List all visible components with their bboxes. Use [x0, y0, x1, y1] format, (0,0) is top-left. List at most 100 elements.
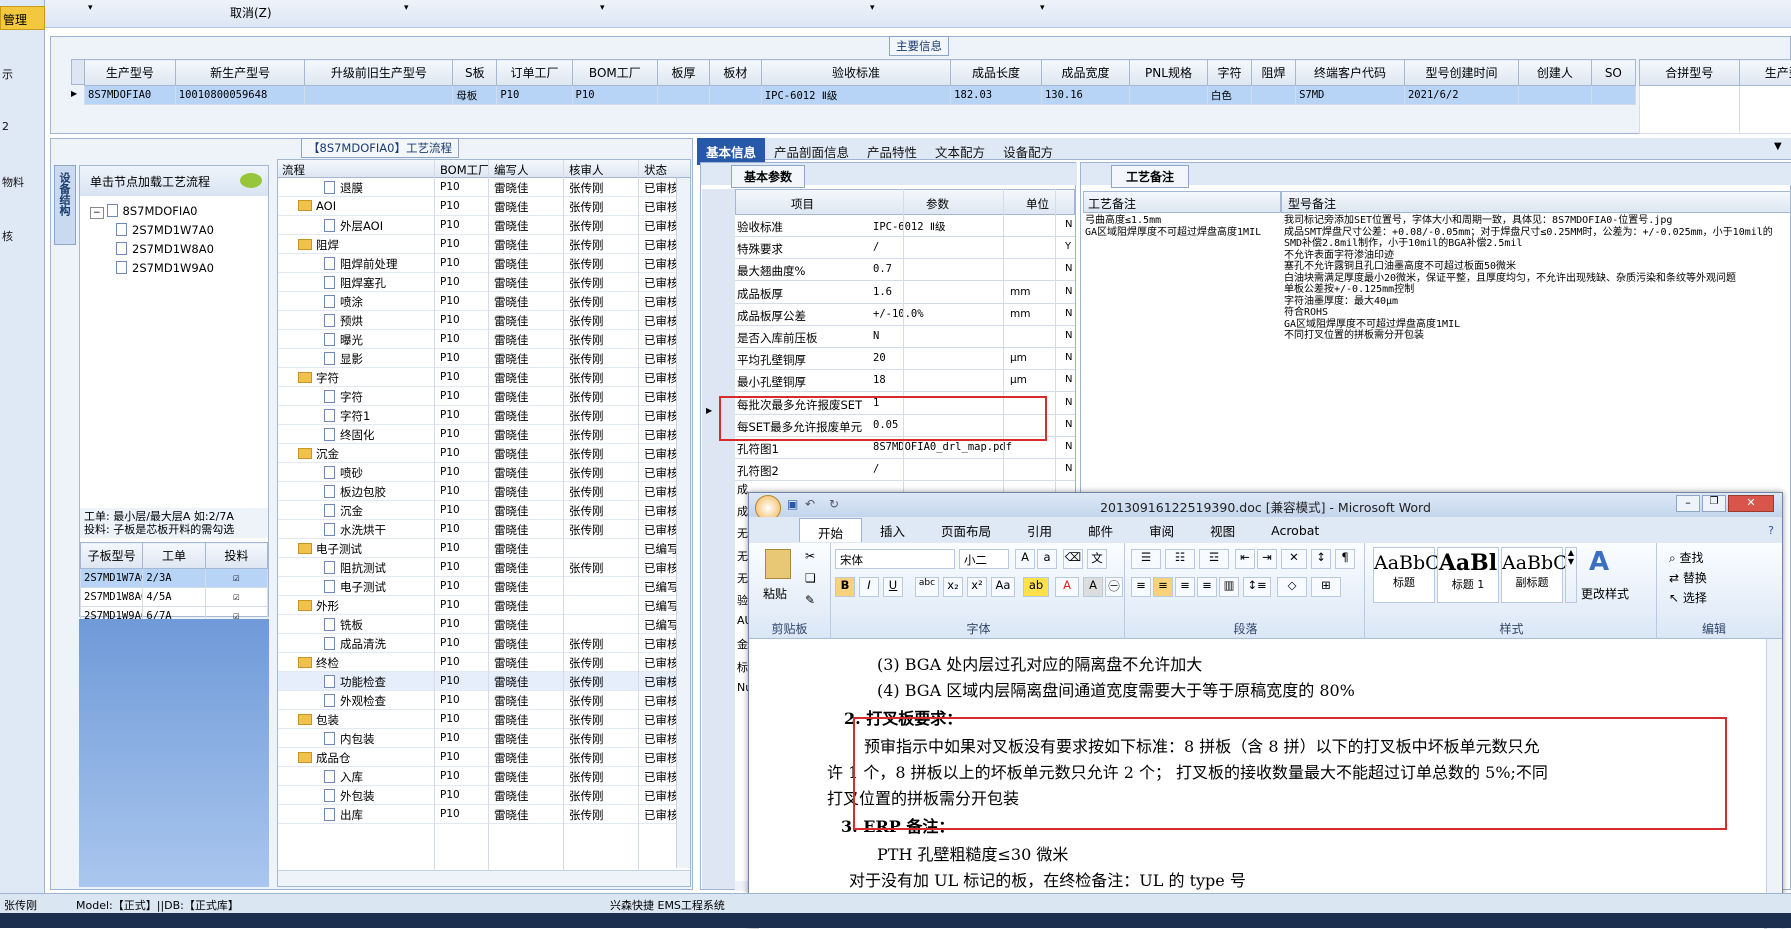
- bold-button[interactable]: B: [835, 577, 855, 597]
- table-cell[interactable]: 白色: [1206, 85, 1252, 105]
- column-header[interactable]: PNL规格: [1129, 59, 1208, 86]
- line-spacing-icon[interactable]: ↕≡: [1243, 577, 1271, 597]
- tab-equipment-recipe[interactable]: 设备配方: [994, 138, 1062, 165]
- tree-child[interactable]: 2S7MD1W9A0: [116, 261, 214, 280]
- chevron-down-icon[interactable]: ▾: [404, 3, 409, 13]
- replace-button[interactable]: ⇄ 替换: [1669, 569, 1707, 586]
- paste-icon[interactable]: [765, 549, 791, 579]
- chevron-down-icon[interactable]: ▼: [1774, 141, 1782, 152]
- table-cell[interactable]: S7MD: [1295, 85, 1405, 105]
- distributed-icon[interactable]: ▥: [1219, 577, 1239, 597]
- table-row[interactable]: 字符1 P10 雷晓佳 张传刚 已审核: [278, 406, 679, 425]
- save-icon[interactable]: ▣: [787, 497, 798, 511]
- table-row[interactable]: 最大翘曲度% 0.7 N: [735, 259, 1075, 282]
- column-header[interactable]: 订单工厂: [496, 59, 573, 86]
- bullets-icon[interactable]: ☰: [1131, 549, 1161, 569]
- nav-item-manage[interactable]: 管理: [0, 6, 45, 30]
- decrease-indent-icon[interactable]: ⇤: [1235, 549, 1255, 569]
- table-row[interactable]: 终检 P10 雷晓佳 张传刚 已审核: [278, 653, 679, 672]
- column-header[interactable]: 终端客户代码: [1295, 59, 1405, 86]
- styles-scroll[interactable]: ▲ ▼: [1565, 547, 1577, 603]
- table-row[interactable]: AOI P10 雷晓佳 张传刚 已审核: [278, 197, 679, 216]
- table-row[interactable]: 字符 P10 雷晓佳 张传刚 已审核: [278, 387, 679, 406]
- multilevel-icon[interactable]: ☲: [1199, 549, 1229, 569]
- tab-basic-info[interactable]: 基本信息: [697, 138, 766, 165]
- column-header[interactable]: 创建人: [1518, 59, 1592, 86]
- table-cell[interactable]: 130.16: [1040, 85, 1131, 105]
- table-row[interactable]: 外观检查 P10 雷晓佳 张传刚 已审核: [278, 691, 679, 710]
- column-header[interactable]: 板材: [708, 59, 762, 86]
- cut-icon[interactable]: ✂: [805, 549, 815, 563]
- ribbon-tab-mailings[interactable]: 邮件: [1070, 521, 1131, 540]
- select-button[interactable]: ↖ 选择: [1669, 589, 1707, 606]
- table-row[interactable]: 外层AOI P10 雷晓佳 张传刚 已审核: [278, 216, 679, 235]
- side-tab-equipment[interactable]: 设备结构: [54, 165, 76, 245]
- table-row[interactable]: 喷砂 P10 雷晓佳 张传刚 已审核: [278, 463, 679, 482]
- tree-child[interactable]: 2S7MD1W8A0: [116, 242, 214, 261]
- help-icon[interactable]: ?: [1768, 524, 1774, 537]
- column-header[interactable]: 型号创建时间: [1403, 59, 1520, 86]
- show-marks-icon[interactable]: ¶: [1335, 549, 1355, 569]
- table-row[interactable]: 显影 P10 雷晓佳 张传刚 已审核: [278, 349, 679, 368]
- table-row[interactable]: 验收标准 IPC-6012 Ⅱ级 N: [735, 215, 1075, 237]
- change-case-button[interactable]: Aa: [991, 577, 1015, 597]
- paste-button[interactable]: 粘贴: [763, 585, 787, 602]
- style-heading-1[interactable]: AaBl 标题 1: [1437, 547, 1499, 603]
- sub-header[interactable]: 投料: [204, 542, 269, 569]
- redo-icon[interactable]: ↻: [829, 497, 839, 511]
- style-title[interactable]: AaBbC 标题: [1373, 547, 1440, 603]
- column-header[interactable]: 板厚: [657, 59, 710, 86]
- chevron-down-icon[interactable]: ▾: [870, 3, 875, 13]
- close-button[interactable]: ✕: [1728, 495, 1774, 512]
- column-header[interactable]: 成品长度: [950, 59, 1042, 86]
- subscript-button[interactable]: x₂: [943, 577, 963, 597]
- increase-indent-icon[interactable]: ⇥: [1257, 549, 1277, 569]
- change-style-icon[interactable]: A: [1589, 547, 1609, 577]
- table-row[interactable]: 预烘 P10 雷晓佳 张传刚 已审核: [278, 311, 679, 330]
- table-row[interactable]: 曝光 P10 雷晓佳 张传刚 已审核: [278, 330, 679, 349]
- table-cell[interactable]: 8S7MDOFIA0: [84, 85, 176, 105]
- phonetic-icon[interactable]: 文: [1087, 549, 1107, 569]
- font-select[interactable]: 宋体: [835, 549, 955, 569]
- table-row[interactable]: 内包装 P10 雷晓佳 张传刚 已审核: [278, 729, 679, 748]
- table-cell[interactable]: 母板: [452, 85, 498, 105]
- tab-product-features[interactable]: 产品特性: [858, 138, 926, 165]
- nav-item[interactable]: 物料: [2, 174, 24, 190]
- borders-icon[interactable]: ⊞: [1311, 577, 1341, 597]
- column-header[interactable]: S板: [452, 59, 498, 86]
- nav-item[interactable]: 示: [2, 66, 13, 82]
- style-subtitle[interactable]: AaBbC 副标题: [1501, 547, 1568, 603]
- chevron-down-icon[interactable]: ▾: [88, 3, 93, 13]
- tab-text-recipe[interactable]: 文本配方: [926, 138, 994, 165]
- table-row[interactable]: 电子测试 P10 雷晓佳 已编写: [278, 577, 679, 596]
- table-row[interactable]: 特殊要求 / Y: [735, 237, 1075, 260]
- tree-child[interactable]: 2S7MD1W7A0: [116, 223, 214, 242]
- column-header[interactable]: 验收标准: [760, 59, 952, 86]
- table-row[interactable]: 成品板厚公差 +/-10.0% mm N: [735, 304, 1075, 326]
- table-row[interactable]: 孔符图2/N: [735, 459, 1075, 482]
- font-size-select[interactable]: 小二: [959, 549, 1009, 569]
- table-row[interactable]: 入库 P10 雷晓佳 张传刚 已审核: [278, 767, 679, 786]
- table-row[interactable]: 包装 P10 雷晓佳 张传刚 已审核: [278, 710, 679, 729]
- column-header[interactable]: 阻焊: [1250, 59, 1297, 86]
- table-cell[interactable]: 2021/6/2: [1403, 85, 1520, 105]
- nav-item[interactable]: 核: [2, 228, 13, 244]
- italic-button[interactable]: I: [859, 577, 879, 597]
- chinese-layout-icon[interactable]: ✕: [1281, 549, 1307, 569]
- table-row[interactable]: 成品板厚 1.6 mm N: [735, 282, 1075, 304]
- sub-header[interactable]: 工单: [142, 542, 206, 569]
- underline-button[interactable]: U: [883, 577, 903, 597]
- table-row[interactable]: 喷涂 P10 雷晓佳 张传刚 已审核: [278, 292, 679, 311]
- table-row[interactable]: 外形 P10 雷晓佳 已编写: [278, 596, 679, 615]
- doc-scrollbar[interactable]: [1766, 639, 1782, 929]
- column-header[interactable]: 新生产型号: [174, 59, 306, 86]
- table-row[interactable]: 字符 P10 雷晓佳 张传刚 已审核: [278, 368, 679, 387]
- grow-font-icon[interactable]: A: [1015, 549, 1035, 569]
- table-row[interactable]: 阻焊 P10 雷晓佳 张传刚 已审核: [278, 235, 679, 254]
- table-row[interactable]: 最小孔壁铜厚 18 μm N: [735, 370, 1075, 393]
- minimize-button[interactable]: –: [1676, 495, 1700, 512]
- ribbon-tab-references[interactable]: 引用: [1009, 521, 1070, 540]
- chevron-down-icon[interactable]: ▾: [600, 3, 605, 13]
- table-row[interactable]: 成品仓 P10 雷晓佳 张传刚 已审核: [278, 748, 679, 767]
- table-row[interactable]: 阻焊前处理 P10 雷晓佳 张传刚 已审核: [278, 254, 679, 273]
